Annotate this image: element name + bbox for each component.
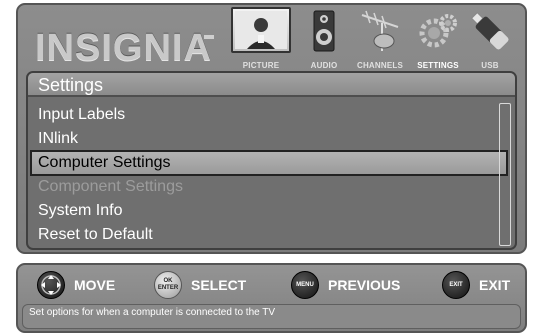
- insignia-logo: INSIGNIA: [35, 27, 212, 69]
- menu-item-component-settings: Component Settings: [38, 178, 183, 195]
- tab-channels-label: CHANNELS: [356, 61, 404, 70]
- nav-exit: EXIT EXIT: [442, 269, 510, 301]
- tab-channels[interactable]: CHANNELS: [350, 7, 410, 71]
- gears-icon: [416, 9, 460, 53]
- nav-previous-label: PREVIOUS: [328, 277, 401, 293]
- settings-title: Settings: [28, 73, 515, 97]
- menu-item-input-labels[interactable]: Input Labels: [28, 103, 512, 127]
- scrollbar[interactable]: [499, 103, 511, 246]
- tab-usb[interactable]: USB: [460, 7, 520, 71]
- menu-item-inlink[interactable]: INlink: [28, 127, 512, 151]
- nav-exit-label: EXIT: [479, 277, 511, 293]
- menu-item-computer-settings[interactable]: Computer Settings: [30, 150, 508, 176]
- tab-usb-label: USB: [481, 61, 499, 70]
- nav-select: OK ENTER SELECT: [154, 269, 246, 301]
- nav-move: MOVE: [37, 269, 115, 301]
- speaker-icon: [302, 9, 346, 53]
- nav-move-label: MOVE: [74, 277, 116, 293]
- tab-settings-label: SETTINGS: [417, 61, 459, 70]
- tab-settings[interactable]: SETTINGS: [408, 7, 468, 71]
- usb-drive-icon: [468, 9, 512, 53]
- dpad-icon: [37, 271, 65, 299]
- tab-picture-label: PICTURE: [242, 61, 280, 70]
- menu-item-system-info[interactable]: System Info: [28, 199, 512, 223]
- menu-button-icon: MENU: [291, 271, 319, 299]
- tab-audio[interactable]: AUDIO: [294, 7, 354, 71]
- tv-icon: [231, 7, 291, 53]
- menu-item-reset-to-default[interactable]: Reset to Default: [28, 223, 512, 247]
- exit-button-icon: EXIT: [442, 271, 470, 299]
- osd-main-panel: INSIGNIA PICTURE AUDIO CHANNELS SETTINGS…: [16, 3, 527, 254]
- button-guide-panel: MOVE OK ENTER SELECT MENU PREVIOUS EXIT …: [16, 263, 527, 333]
- ok-enter-icon: OK ENTER: [154, 271, 182, 299]
- settings-list: Input Labels INlink Computer Settings Co…: [28, 103, 512, 247]
- tab-audio-label: AUDIO: [310, 61, 338, 70]
- trademark-mark: [204, 35, 214, 39]
- antenna-icon: [358, 9, 402, 53]
- nav-select-label: SELECT: [191, 277, 247, 293]
- settings-menu: Settings Input Labels INlink Computer Se…: [26, 71, 517, 250]
- tab-picture[interactable]: PICTURE: [231, 7, 291, 71]
- nav-previous: MENU PREVIOUS: [291, 269, 400, 301]
- help-text: Set options for when a computer is conne…: [22, 304, 521, 329]
